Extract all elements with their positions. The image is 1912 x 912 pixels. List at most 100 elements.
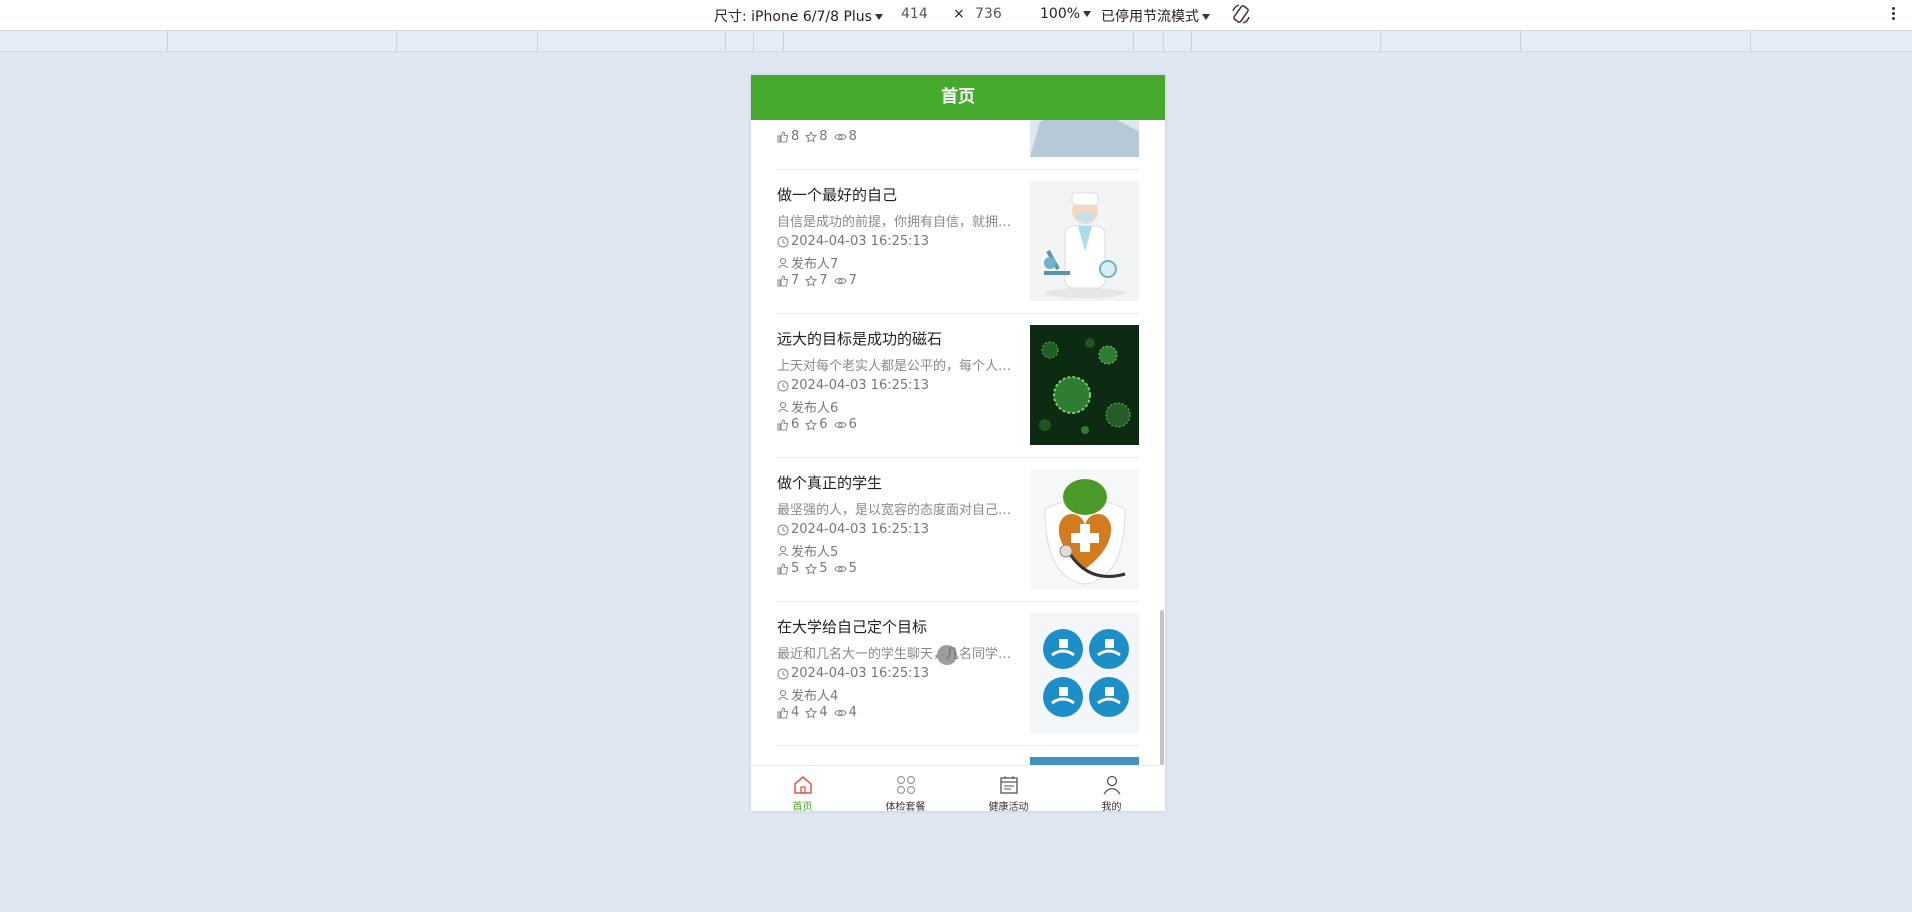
article-time: 2024-04-03 16:25:13 [777, 234, 929, 249]
article-thumbnail [1030, 757, 1139, 765]
list-item[interactable]: 在大学给自己定个目标 最近和几名大一的学生聊天，几名同学认为大学 2024-04… [777, 601, 1139, 746]
list-item[interactable]: 8 8 8 [777, 120, 1139, 170]
article-author: 发布人7 [777, 253, 838, 272]
article-stats: 6 6 6 [777, 417, 857, 432]
eye-icon [833, 133, 847, 140]
article-stats: 8 8 8 [777, 129, 857, 144]
view-count: 7 [848, 273, 857, 288]
article-summary: 上天对每个老实人都是公平的，每个人每天都有 [777, 359, 1024, 374]
clock-icon [777, 380, 789, 391]
article-stats: 7 7 7 [777, 273, 857, 288]
tab-checkup-packages[interactable]: 体检套餐 [854, 766, 957, 811]
article-title: 做一个最好的自己 [777, 186, 898, 204]
height-input[interactable]: 736 [975, 6, 1002, 22]
media-query-ruler [0, 31, 1912, 52]
tab-label: 首页 [792, 802, 813, 811]
article-thumbnail [1030, 120, 1139, 157]
tab-mine[interactable]: 我的 [1060, 766, 1163, 811]
like-count: 4 [791, 705, 800, 720]
time-text: 2024-04-03 16:25:13 [791, 234, 930, 249]
like-count: 8 [791, 129, 800, 144]
rotate-icon[interactable] [1230, 3, 1252, 25]
article-author: 发布人4 [777, 685, 838, 704]
time-text: 2024-04-03 16:25:13 [791, 666, 930, 681]
thumbs-up-icon [777, 706, 789, 718]
star-icon [805, 706, 818, 719]
article-time: 2024-04-03 16:25:13 [777, 378, 929, 393]
throttle-select[interactable]: 已停用节流模式 [1101, 6, 1210, 26]
scrollbar[interactable] [1160, 610, 1164, 765]
devtools-toolbar: 尺寸: iPhone 6/7/8 Plus 414 × 736 100% 已停用… [0, 0, 1912, 31]
more-options-icon[interactable] [1890, 5, 1896, 23]
tab-label: 体检套餐 [885, 802, 926, 811]
like-count: 6 [791, 417, 800, 432]
article-time: 2024-04-03 16:25:13 [777, 522, 929, 537]
favorite-count: 4 [819, 705, 828, 720]
touch-cursor [937, 645, 957, 665]
chevron-down-icon [874, 14, 883, 20]
user-icon [778, 257, 788, 268]
article-author: 发布人6 [777, 397, 838, 416]
bottom-tab-bar: 首页 体检套餐 健康活动 我的 [751, 765, 1165, 811]
article-title: 远大的目标是成功的磁石 [777, 330, 943, 348]
article-thumbnail[interactable] [1030, 469, 1139, 589]
tab-label: 健康活动 [988, 802, 1029, 811]
thumbs-up-icon [777, 130, 789, 142]
zoom-select[interactable]: 100% [1040, 6, 1092, 22]
article-list[interactable]: 8 8 8 做一个最好的自己 自信是成功的前提，你拥有自信，就拥有成功的一半 2… [751, 120, 1165, 765]
eye-icon [833, 565, 847, 572]
user-icon [1102, 775, 1121, 795]
article-author: 发布人5 [777, 541, 838, 560]
page-title: 首页 [751, 75, 1165, 120]
clock-icon [777, 668, 789, 679]
user-icon [778, 401, 788, 412]
star-icon [805, 418, 818, 431]
article-summary: 最坚强的人，是以宽容的态度面对自己缺点的人 [777, 503, 1024, 518]
article-thumbnail[interactable] [1030, 181, 1139, 301]
calendar-icon [999, 776, 1018, 794]
chevron-down-icon [1083, 11, 1092, 17]
thumbs-up-icon [777, 562, 789, 574]
article-thumbnail[interactable] [1030, 613, 1139, 733]
throttle-label: 已停用节流模式 [1101, 9, 1199, 25]
clock-icon [777, 236, 789, 247]
time-text: 2024-04-03 16:25:13 [791, 378, 930, 393]
eye-icon [833, 709, 847, 716]
list-item[interactable] [777, 745, 1139, 765]
thumbs-up-icon [777, 418, 789, 430]
author-text: 发布人7 [791, 257, 839, 272]
favorite-count: 6 [819, 417, 828, 432]
view-count: 4 [848, 705, 857, 720]
times-label: × [953, 6, 965, 22]
width-input[interactable]: 414 [901, 6, 928, 22]
article-time: 2024-04-03 16:25:13 [777, 666, 929, 681]
list-item[interactable]: 做一个最好的自己 自信是成功的前提，你拥有自信，就拥有成功的一半 2024-04… [777, 169, 1139, 314]
time-text: 2024-04-03 16:25:13 [791, 522, 930, 537]
list-item[interactable]: 远大的目标是成功的磁石 上天对每个老实人都是公平的，每个人每天都有 2024-0… [777, 313, 1139, 458]
zoom-label: 100% [1040, 6, 1081, 22]
star-icon [805, 562, 818, 575]
author-text: 发布人4 [791, 689, 839, 704]
device-select[interactable]: 尺寸: iPhone 6/7/8 Plus [714, 6, 883, 26]
tab-home[interactable]: 首页 [751, 766, 854, 811]
home-icon [793, 776, 812, 794]
author-text: 发布人6 [791, 401, 839, 416]
article-thumbnail[interactable] [1030, 325, 1139, 445]
list-item[interactable]: 做个真正的学生 最坚强的人，是以宽容的态度面对自己缺点的人 2024-04-03… [777, 457, 1139, 602]
view-count: 8 [848, 129, 857, 144]
tab-health-activities[interactable]: 健康活动 [957, 766, 1060, 811]
article-stats: 4 4 4 [777, 705, 857, 720]
favorite-count: 8 [819, 129, 828, 144]
thumbs-up-icon [777, 274, 789, 286]
author-text: 发布人5 [791, 545, 839, 560]
device-label: 尺寸: iPhone 6/7/8 Plus [714, 9, 872, 25]
favorite-count: 7 [819, 273, 828, 288]
clock-icon [777, 524, 789, 535]
user-icon [778, 545, 788, 556]
like-count: 5 [791, 561, 800, 576]
phone-viewport: 首页 8 8 8 做一个最好的自己 自信是成功的前提，你拥有自信，就拥有成功的一… [751, 75, 1165, 811]
star-icon [805, 274, 818, 287]
view-count: 6 [848, 417, 857, 432]
grid-icon [896, 775, 915, 795]
like-count: 7 [791, 273, 800, 288]
